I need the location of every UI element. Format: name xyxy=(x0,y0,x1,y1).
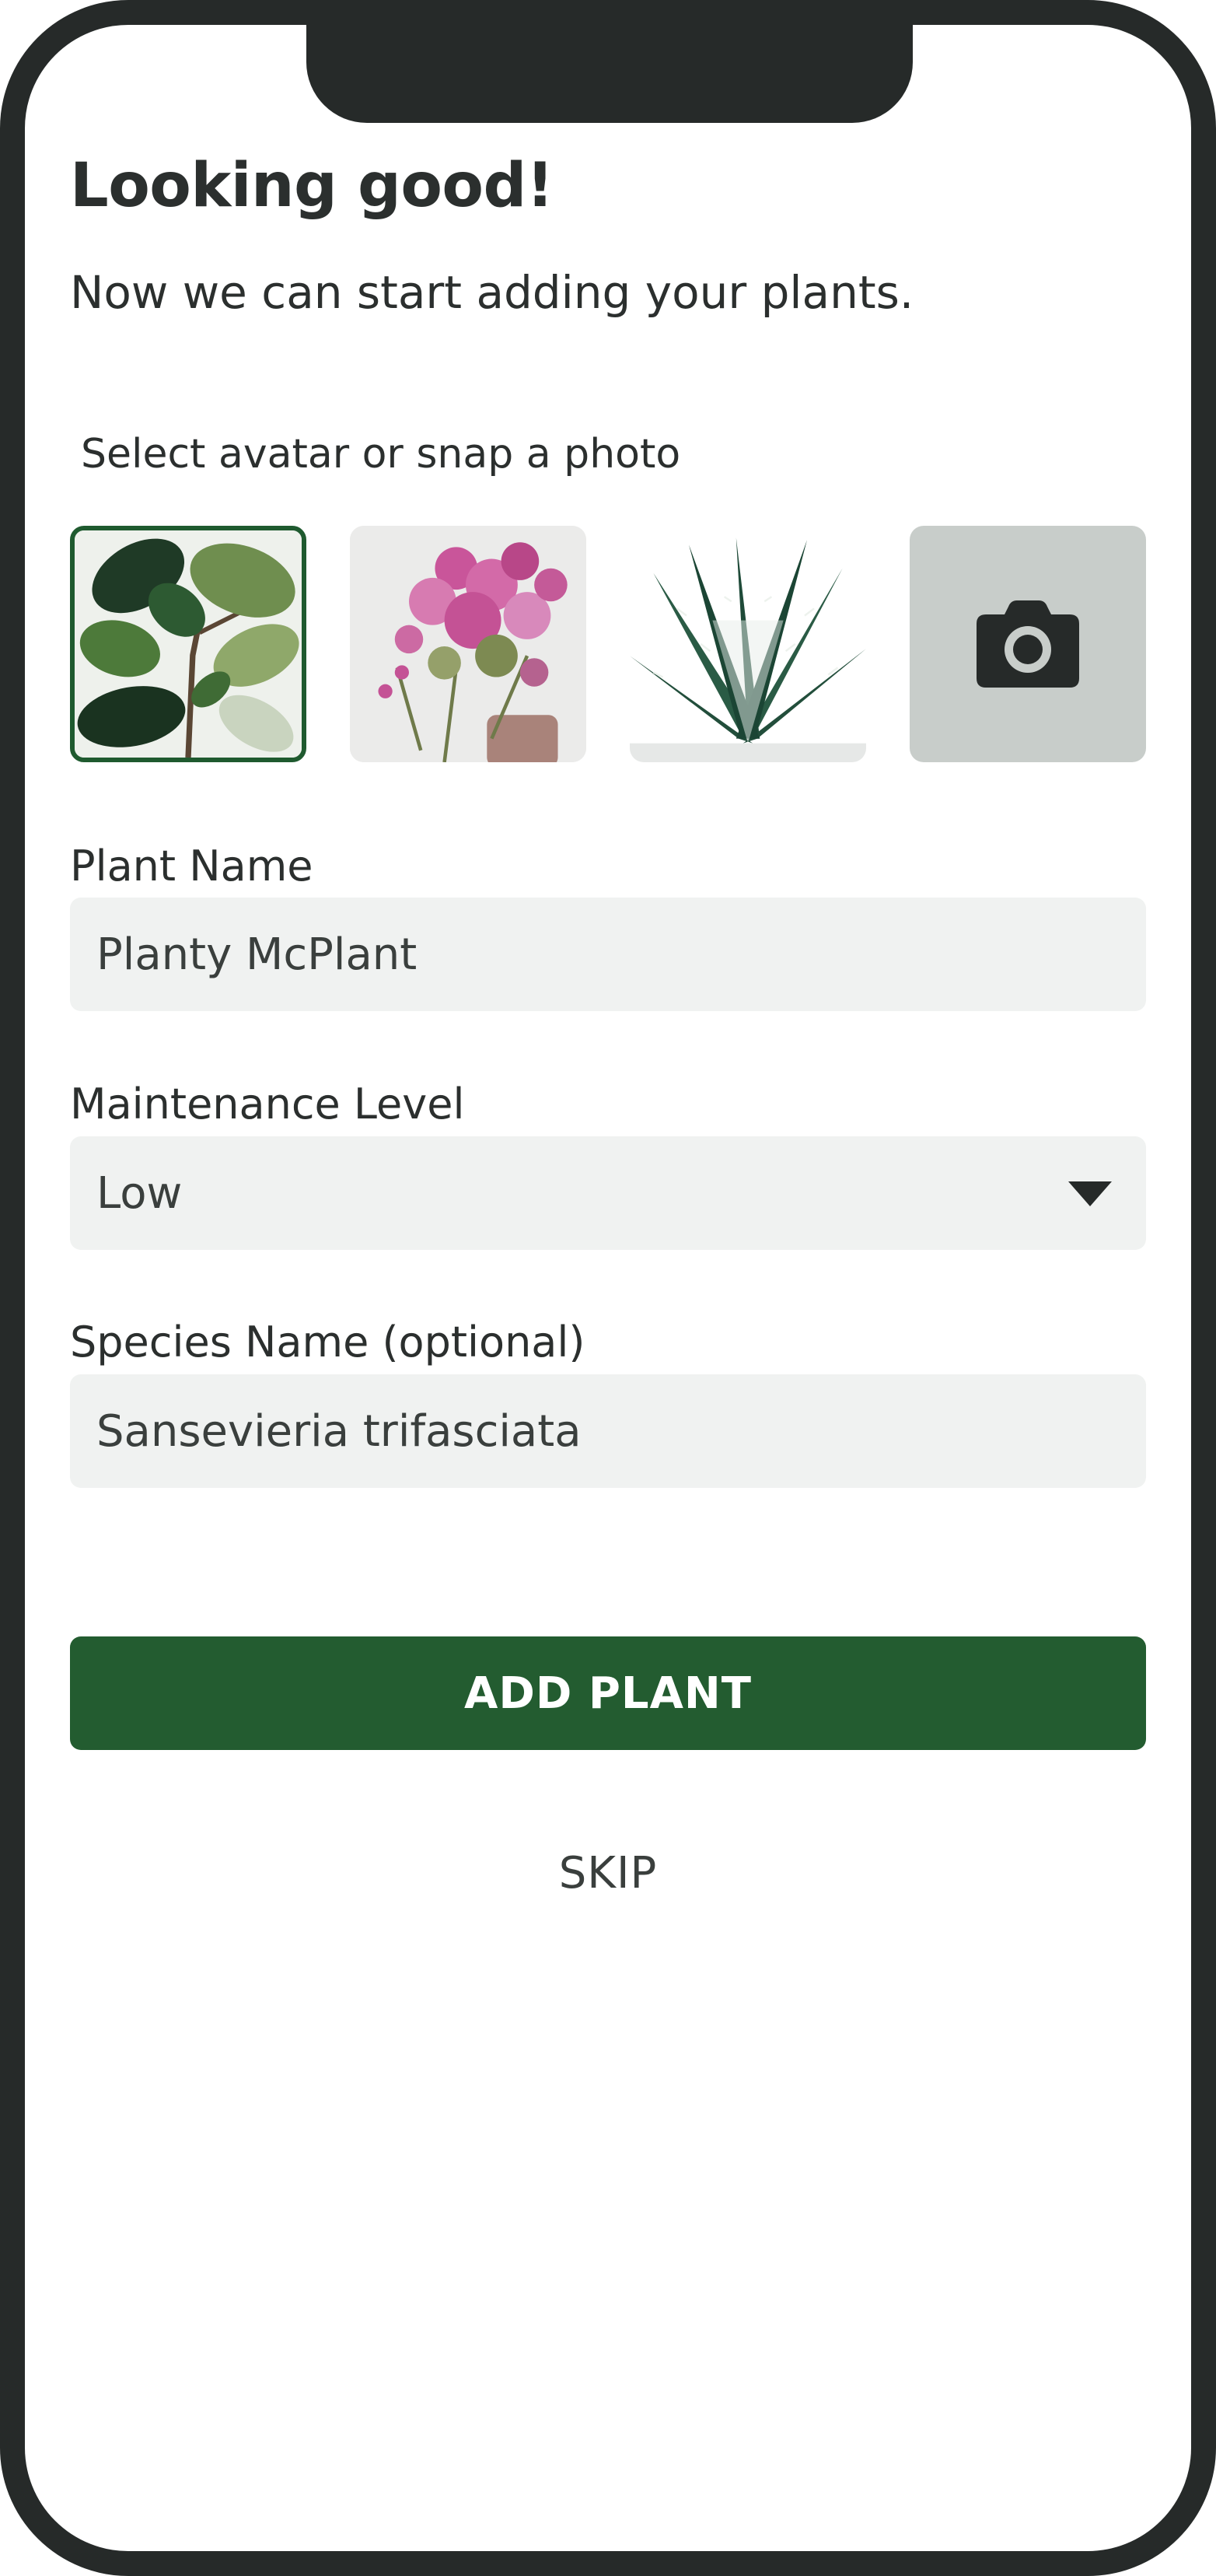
avatar-picker-label: Select avatar or snap a photo xyxy=(81,431,681,478)
zebra-haworthia-image xyxy=(630,526,866,762)
avatar-option-fiddle-leaf-fig[interactable] xyxy=(70,526,306,762)
chevron-down-icon xyxy=(1068,1181,1112,1206)
snap-photo-button[interactable] xyxy=(910,526,1146,762)
plant-name-label: Plant Name xyxy=(70,842,313,891)
page-subtitle: Now we can start adding your plants. xyxy=(70,266,914,319)
skip-button[interactable]: SKIP xyxy=(70,1848,1146,1899)
species-name-field[interactable] xyxy=(70,1374,1146,1488)
plant-name-field[interactable] xyxy=(70,898,1146,1011)
plant-name-input[interactable] xyxy=(96,929,1076,980)
pink-flowering-plant-image xyxy=(350,526,586,762)
species-name-input[interactable] xyxy=(96,1405,1076,1457)
maintenance-level-select[interactable]: Low xyxy=(70,1136,1146,1250)
camera-icon xyxy=(977,600,1079,688)
maintenance-level-value: Low xyxy=(96,1167,183,1219)
page-title: Looking good! xyxy=(70,151,554,221)
fiddle-leaf-fig-image xyxy=(75,530,302,758)
maintenance-level-label: Maintenance Level xyxy=(70,1080,465,1129)
phone-notch xyxy=(306,25,913,123)
avatar-option-zebra-haworthia[interactable] xyxy=(630,526,866,762)
avatar-option-pink-flowering-plant[interactable] xyxy=(350,526,586,762)
species-name-label: Species Name (optional) xyxy=(70,1318,585,1367)
avatar-picker xyxy=(70,526,1146,762)
phone-frame: Looking good! Now we can start adding yo… xyxy=(0,0,1216,2576)
add-plant-button[interactable]: ADD PLANT xyxy=(70,1636,1146,1750)
